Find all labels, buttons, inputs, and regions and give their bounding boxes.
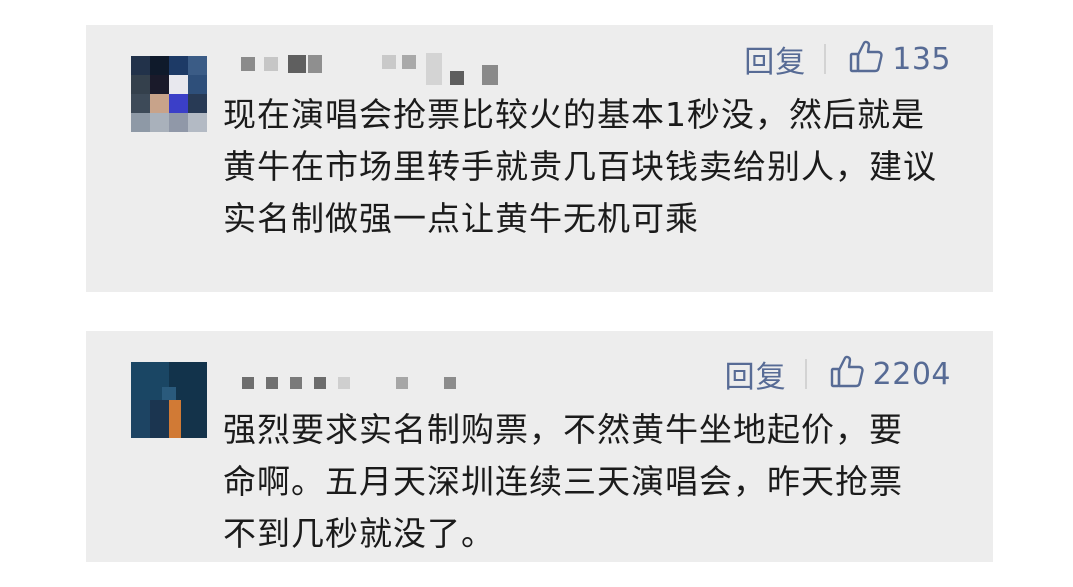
avatar-pixel: [188, 56, 207, 75]
divider: [804, 359, 807, 389]
redacted-block: [338, 377, 350, 389]
thumbs-up-icon: [829, 354, 865, 394]
redacted-block: [290, 377, 302, 389]
avatar-pixel: [169, 56, 188, 75]
redacted-block: [242, 377, 254, 389]
avatar-pixel: [150, 56, 169, 75]
redacted-block: [444, 377, 456, 389]
avatar-pixel: [169, 94, 188, 113]
avatar-pixel: [131, 400, 150, 438]
redacted-block: [482, 65, 498, 85]
like-count: 135: [892, 41, 951, 77]
thumbs-up-icon: [848, 39, 884, 79]
like-button[interactable]: 135: [848, 39, 951, 79]
avatar[interactable]: [131, 56, 207, 132]
avatar-pixel: [150, 75, 169, 94]
redacted-block: [266, 377, 278, 389]
redacted-block: [314, 377, 326, 389]
redacted-block: [288, 55, 306, 73]
avatar-pixel: [162, 387, 176, 400]
avatar-pixel: [169, 400, 181, 438]
avatar-pixel: [131, 113, 150, 132]
redacted-block: [450, 71, 464, 85]
avatar-pixel: [131, 56, 150, 75]
avatar-pixel: [188, 113, 207, 132]
username-redacted[interactable]: [236, 51, 536, 85]
like-button[interactable]: 2204: [829, 354, 951, 394]
avatar-pixel: [169, 113, 188, 132]
avatar[interactable]: [131, 362, 207, 438]
redacted-block: [264, 57, 278, 71]
comment-card: 回复 2204 强烈要求实名制购票，不然黄牛坐地起价，要命啊。五月天深圳连续三天…: [86, 331, 993, 562]
reply-button[interactable]: 回复: [725, 352, 787, 396]
redacted-block: [396, 377, 408, 389]
reply-button[interactable]: 回复: [744, 37, 806, 81]
divider: [824, 44, 827, 74]
avatar-pixel: [188, 75, 207, 94]
avatar-pixel: [131, 94, 150, 113]
avatar-pixel: [169, 75, 188, 94]
redacted-block: [308, 55, 322, 73]
avatar-pixel: [131, 75, 150, 94]
username-redacted[interactable]: [236, 369, 486, 403]
comment-text: 现在演唱会抢票比较火的基本1秒没，然后就是黄牛在市场里转手就贵几百块钱卖给别人，…: [223, 95, 937, 238]
redacted-block: [426, 53, 442, 85]
comment-card: 回复 135 现在演唱会抢票比较火的基本1秒没，然后就是黄牛在市场里转手就贵几百…: [86, 25, 993, 292]
redacted-block: [382, 55, 396, 69]
comment-actions: 回复 135: [744, 37, 951, 81]
redacted-block: [402, 55, 416, 69]
comment-text: 强烈要求实名制购票，不然黄牛坐地起价，要命啊。五月天深圳连续三天演唱会，昨天抢票…: [223, 410, 903, 553]
avatar-pixel: [150, 94, 169, 113]
avatar-pixel: [150, 400, 169, 438]
like-count: 2204: [872, 356, 951, 392]
avatar-pixel: [181, 400, 207, 438]
comment-actions: 回复 2204: [725, 352, 951, 396]
redacted-block: [241, 57, 255, 71]
avatar-pixel: [150, 113, 169, 132]
avatar-pixel: [188, 94, 207, 113]
